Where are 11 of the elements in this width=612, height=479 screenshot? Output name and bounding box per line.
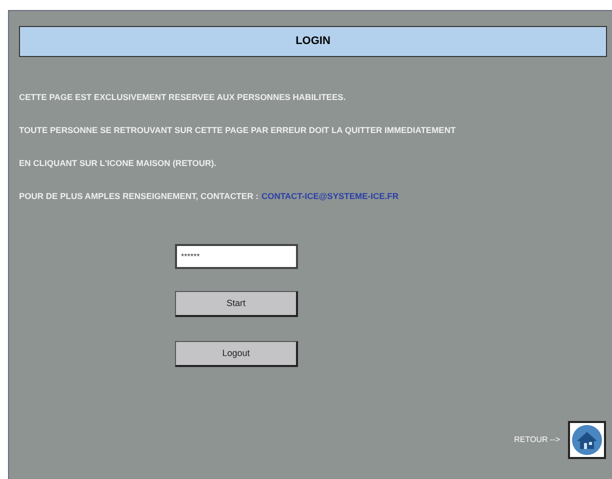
action-button[interactable]: Start bbox=[175, 291, 298, 317]
password-field[interactable]: ****** bbox=[175, 244, 298, 269]
house-icon bbox=[571, 424, 603, 456]
header-bar: LOGIN bbox=[19, 26, 607, 57]
notice-text: TOUTE PERSONNE SE RETROUVANT SUR CETTE PAGE PAR ERREUR DOIT LA QUITTER IMMEDIATEMENT bbox=[19, 124, 457, 137]
notice-text: CETTE PAGE EST EXCLUSIVEMENT RESERVEE AUX PERSONNES HABILITEES. bbox=[19, 91, 347, 104]
home-button[interactable] bbox=[568, 421, 606, 459]
notice-text: EN CLIQUANT SUR L'ICONE MAISON (RETOUR). bbox=[19, 157, 218, 170]
return-label: RETOUR --> bbox=[514, 434, 560, 446]
action-button[interactable]: Logout bbox=[175, 341, 298, 367]
contact-text: POUR DE PLUS AMPLES RENSEIGNEMENT, CONTACTER : bbox=[19, 190, 258, 203]
